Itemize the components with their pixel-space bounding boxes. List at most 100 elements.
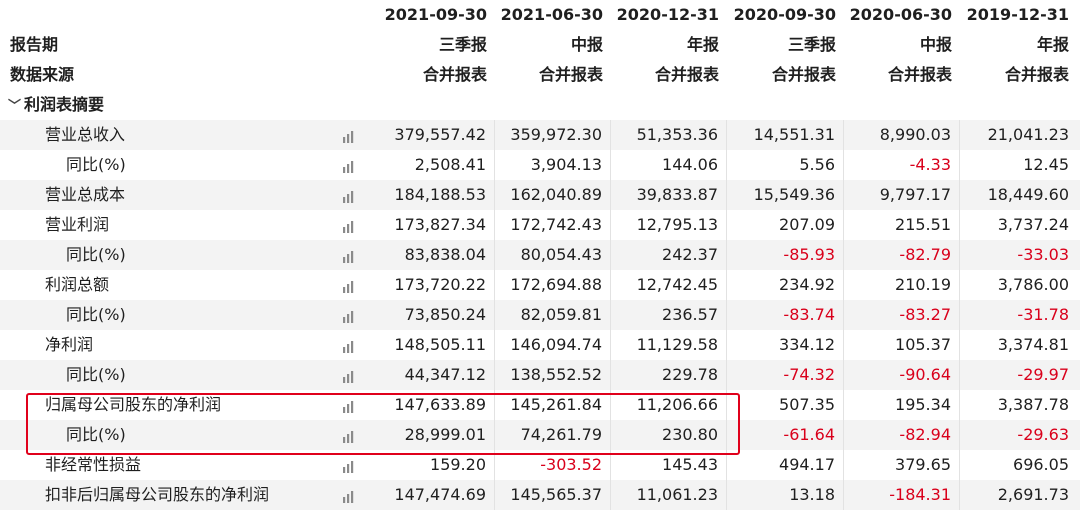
header-data-source-row: 数据来源 合并报表 合并报表 合并报表 合并报表 合并报表 合并报表 [0,60,1080,90]
table-row[interactable]: 归属母公司股东的净利润 147,633.89 145,261.84 11,206.66… [0,390,1080,420]
bar-chart-icon[interactable] [342,218,356,233]
table-cell: 144.06 [611,150,727,180]
table-cell: -4.33 [844,150,960,180]
table-row[interactable]: 营业总成本 184,188.53 162,040.89 39,833.87 15,549… [0,180,1080,210]
table-row[interactable]: 同比(%) 28,999.01 74,261.79 230.80 -61.64 -82.9… [0,420,1080,450]
table-cell: 74,261.79 [495,420,611,450]
header-date[interactable]: 2019-12-31 [960,0,1080,30]
report-type: 年报 [686,35,719,54]
table-cell: 51,353.36 [611,120,727,150]
table-cell: 73,850.24 [368,300,495,330]
table-cell: 147,474.69 [368,480,495,510]
bar-chart-icon[interactable] [342,458,356,473]
bar-chart-icon[interactable] [342,428,356,443]
table-row[interactable]: 营业总收入 379,557.42 359,972.30 51,353.36 14,551… [0,120,1080,150]
report-type: 中报 [570,35,603,54]
data-source: 合并报表 [1004,65,1069,84]
table-cell: 148,505.11 [368,330,495,360]
table-cell: 162,040.89 [495,180,611,210]
row-label: 扣非后归属母公司股东的净利润 [45,485,270,504]
table-cell: -61.64 [727,420,844,450]
table-cell: 3,786.00 [997,275,1069,294]
table-cell: 8,990.03 [844,120,960,150]
section-row[interactable]: ﹀ 利润表摘要 [0,90,1080,120]
row-label: 同比(%) [66,305,126,324]
table-cell: 696.05 [1013,455,1069,474]
table-cell: 3,904.13 [495,150,611,180]
bar-chart-icon[interactable] [342,278,356,293]
table-row[interactable]: 利润总额 173,720.22 172,694.88 12,742.45 234.92 2… [0,270,1080,300]
bar-chart-icon[interactable] [342,158,356,173]
bar-chart-icon[interactable] [342,128,356,143]
report-period-label: 报告期 [10,35,59,54]
row-label: 营业利润 [45,215,110,234]
table-cell: 210.19 [844,270,960,300]
table-cell: 3,737.24 [997,215,1069,234]
row-label: 同比(%) [66,425,126,444]
bar-chart-icon[interactable] [342,308,356,323]
bar-chart-icon[interactable] [342,488,356,503]
table-cell: 145.43 [611,450,727,480]
table-cell: 146,094.74 [495,330,611,360]
table-cell: 379,557.42 [368,120,495,150]
header-date[interactable]: 2020-06-30 [844,0,960,30]
header-date[interactable]: 2020-09-30 [727,0,844,30]
table-cell: 2,508.41 [368,150,495,180]
table-cell: 12.45 [1023,155,1069,174]
table-row[interactable]: 营业利润 173,827.34 172,742.43 12,795.13 207.09 2… [0,210,1080,240]
table-cell: 236.57 [611,300,727,330]
table-cell: 105.37 [844,330,960,360]
table-row[interactable]: 同比(%) 44,347.12 138,552.52 229.78 -74.32 -90.… [0,360,1080,390]
table-cell: -303.52 [495,450,611,480]
table-cell: -90.64 [844,360,960,390]
report-type: 三季报 [438,35,487,54]
table-cell: 145,565.37 [495,480,611,510]
bar-chart-icon[interactable] [342,338,356,353]
bar-chart-icon[interactable] [342,248,356,263]
table-cell: 173,827.34 [368,210,495,240]
table-cell: 173,720.22 [368,270,495,300]
table-row[interactable]: 净利润 148,505.11 146,094.74 11,129.58 334.12 10… [0,330,1080,360]
report-type: 三季报 [787,35,836,54]
table-row[interactable]: 扣非后归属母公司股东的净利润 147,474.69 145,565.37 11,061… [0,480,1080,510]
table-cell: 82,059.81 [495,300,611,330]
header-date[interactable]: 2020-12-31 [611,0,727,30]
table-cell: 5.56 [727,150,844,180]
table-cell: 172,742.43 [495,210,611,240]
table-cell: 12,795.13 [611,210,727,240]
table-cell: 215.51 [844,210,960,240]
data-source: 合并报表 [538,65,603,84]
table-row[interactable]: 同比(%) 83,838.04 80,054.43 242.37 -85.93 -82.7… [0,240,1080,270]
table-cell: -29.63 [1017,425,1069,444]
table-cell: 11,206.66 [611,390,727,420]
table-cell: 195.34 [844,390,960,420]
header-date[interactable]: 2021-06-30 [495,0,611,30]
header-date[interactable]: 2021-09-30 [368,0,495,30]
row-label: 归属母公司股东的净利润 [45,395,222,414]
table-cell: 14,551.31 [727,120,844,150]
table-cell: 145,261.84 [495,390,611,420]
table-row[interactable]: 非经常性损益 159.20 -303.52 145.43 494.17 379.65 696… [0,450,1080,480]
bar-chart-icon[interactable] [342,398,356,413]
table-cell: -184.31 [844,480,960,510]
table-cell: 494.17 [727,450,844,480]
chevron-down-icon[interactable]: ﹀ [8,92,21,122]
table-cell: 12,742.45 [611,270,727,300]
table-row[interactable]: 同比(%) 2,508.41 3,904.13 144.06 5.56 -4.33 12.4… [0,150,1080,180]
table-row[interactable]: 同比(%) 73,850.24 82,059.81 236.57 -83.74 -83.2… [0,300,1080,330]
data-source: 合并报表 [887,65,952,84]
bar-chart-icon[interactable] [342,368,356,383]
report-type: 年报 [1036,35,1069,54]
table-cell: 44,347.12 [368,360,495,390]
header-report-type-row: 报告期 三季报 中报 年报 三季报 中报 年报 [0,30,1080,60]
table-cell: 229.78 [611,360,727,390]
bar-chart-icon[interactable] [342,188,356,203]
table-cell: 184,188.53 [368,180,495,210]
data-source: 合并报表 [422,65,487,84]
row-label: 利润总额 [45,275,110,294]
section-title: 利润表摘要 [24,95,105,114]
table-cell: 28,999.01 [368,420,495,450]
table-cell: 83,838.04 [368,240,495,270]
financial-table: 2021-09-30 2021-06-30 2020-12-31 2020-09… [0,0,1080,520]
table-cell: 39,833.87 [611,180,727,210]
